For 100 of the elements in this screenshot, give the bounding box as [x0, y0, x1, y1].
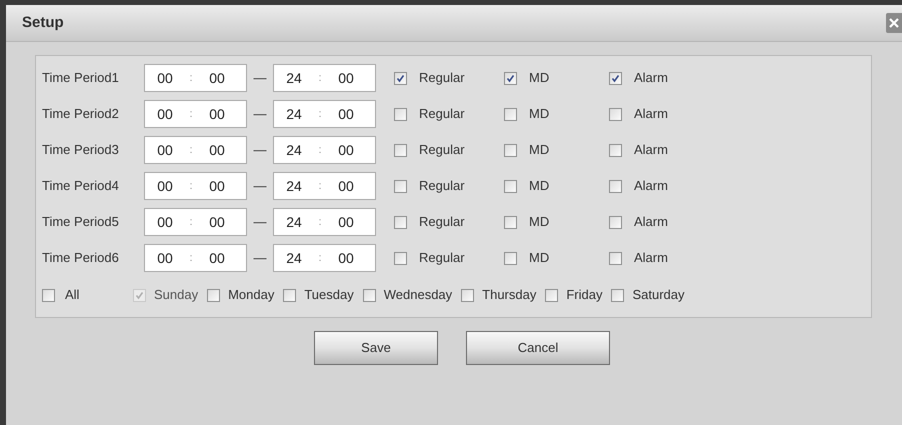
colon-separator: :	[188, 250, 194, 266]
range-dash: —	[252, 105, 268, 124]
colon-separator: :	[317, 178, 323, 194]
option-label: Regular	[419, 141, 465, 160]
dialog-button[interactable]: Cancel	[466, 331, 610, 365]
colon-separator: :	[317, 142, 323, 158]
checkbox[interactable]	[461, 288, 474, 302]
minute-value: 00	[208, 212, 226, 232]
option-label: Alarm	[634, 249, 668, 268]
checkbox[interactable]	[362, 288, 376, 302]
start-time-field[interactable]: 00 : 00	[144, 172, 247, 200]
hour-value: 24	[285, 140, 303, 160]
checkbox[interactable]	[609, 252, 622, 264]
hour-value: 00	[156, 104, 174, 124]
option-label: Alarm	[634, 141, 668, 160]
hour-value: 24	[285, 176, 303, 196]
checkbox[interactable]	[504, 180, 517, 192]
start-time-field[interactable]: 00 : 00	[144, 100, 247, 128]
hour-value: 24	[285, 104, 303, 124]
period-label: Time Period3	[42, 141, 120, 160]
checkbox[interactable]	[394, 216, 407, 228]
minute-value: 00	[337, 104, 355, 124]
minute-value: 00	[337, 248, 355, 268]
hour-value: 00	[156, 176, 174, 196]
day-label: Tuesday	[304, 286, 354, 304]
hour-value: 24	[285, 68, 303, 88]
option-label: Regular	[419, 249, 465, 268]
range-dash: —	[252, 213, 268, 232]
option-label: Regular	[419, 105, 465, 124]
checkbox[interactable]	[609, 72, 622, 84]
hour-value: 00	[156, 212, 174, 232]
close-button[interactable]	[886, 13, 902, 33]
period-label: Time Period1	[42, 69, 120, 88]
start-time-field[interactable]: 00 : 00	[144, 64, 247, 92]
checkbox[interactable]	[609, 144, 622, 156]
range-dash: —	[252, 69, 268, 88]
end-time-field[interactable]: 24 : 00	[273, 208, 376, 236]
checkbox[interactable]	[545, 288, 558, 302]
day-label: Wednesday	[384, 286, 452, 304]
option-label: MD	[529, 141, 550, 160]
option-label: Alarm	[634, 177, 668, 196]
checkbox[interactable]	[394, 252, 407, 264]
dialog-button[interactable]: Save	[314, 331, 438, 365]
period-label: Time Period2	[42, 105, 120, 124]
minute-value: 00	[337, 68, 355, 88]
period-label: Time Period5	[42, 213, 120, 232]
colon-separator: :	[188, 70, 194, 86]
start-time-field[interactable]: 00 : 00	[144, 244, 247, 272]
option-label: MD	[529, 213, 550, 232]
checkbox[interactable]	[504, 216, 517, 228]
hour-value: 00	[156, 140, 174, 160]
checkbox[interactable]	[207, 288, 220, 302]
end-time-field[interactable]: 24 : 00	[273, 244, 376, 272]
start-time-field[interactable]: 00 : 00	[144, 208, 247, 236]
day-label: Saturday	[632, 286, 685, 304]
checkbox[interactable]	[609, 108, 622, 120]
all-label: All	[65, 286, 80, 304]
end-time-field[interactable]: 24 : 00	[273, 172, 376, 200]
checkbox[interactable]	[283, 288, 296, 302]
day-label: Sunday	[154, 286, 198, 304]
checkbox[interactable]	[394, 72, 407, 84]
end-time-field[interactable]: 24 : 00	[273, 136, 376, 164]
close-icon	[889, 18, 899, 28]
minute-value: 00	[337, 140, 355, 160]
period-label: Time Period6	[42, 249, 120, 268]
checkbox[interactable]	[394, 108, 407, 120]
option-label: MD	[529, 249, 550, 268]
checkbox[interactable]	[504, 108, 517, 120]
colon-separator: :	[317, 70, 323, 86]
checkbox[interactable]	[504, 252, 517, 264]
option-label: MD	[529, 69, 550, 88]
hour-value: 24	[285, 248, 303, 268]
day-label: Thursday	[482, 286, 536, 304]
hour-value: 00	[156, 248, 174, 268]
checkbox[interactable]	[394, 180, 407, 192]
checkbox[interactable]	[611, 288, 624, 302]
end-time-field[interactable]: 24 : 00	[273, 64, 376, 92]
option-label: Alarm	[634, 69, 668, 88]
checkbox[interactable]	[42, 288, 55, 302]
colon-separator: :	[317, 106, 323, 122]
end-time-field[interactable]: 24 : 00	[273, 100, 376, 128]
option-label: MD	[529, 105, 550, 124]
minute-value: 00	[208, 176, 226, 196]
hour-value: 00	[156, 68, 174, 88]
range-dash: —	[252, 177, 268, 196]
checkbox[interactable]	[394, 144, 407, 156]
colon-separator: :	[188, 142, 194, 158]
option-label: Regular	[419, 213, 465, 232]
checkbox[interactable]	[504, 144, 517, 156]
checkbox[interactable]	[504, 72, 517, 84]
start-time-field[interactable]: 00 : 00	[144, 136, 247, 164]
range-dash: —	[252, 249, 268, 268]
colon-separator: :	[188, 214, 194, 230]
checkbox[interactable]	[609, 216, 622, 228]
checkbox[interactable]	[609, 180, 622, 192]
colon-separator: :	[317, 250, 323, 266]
period-label: Time Period4	[42, 177, 120, 196]
hour-value: 24	[285, 212, 303, 232]
day-label: Friday	[566, 286, 602, 304]
colon-separator: :	[188, 178, 194, 194]
